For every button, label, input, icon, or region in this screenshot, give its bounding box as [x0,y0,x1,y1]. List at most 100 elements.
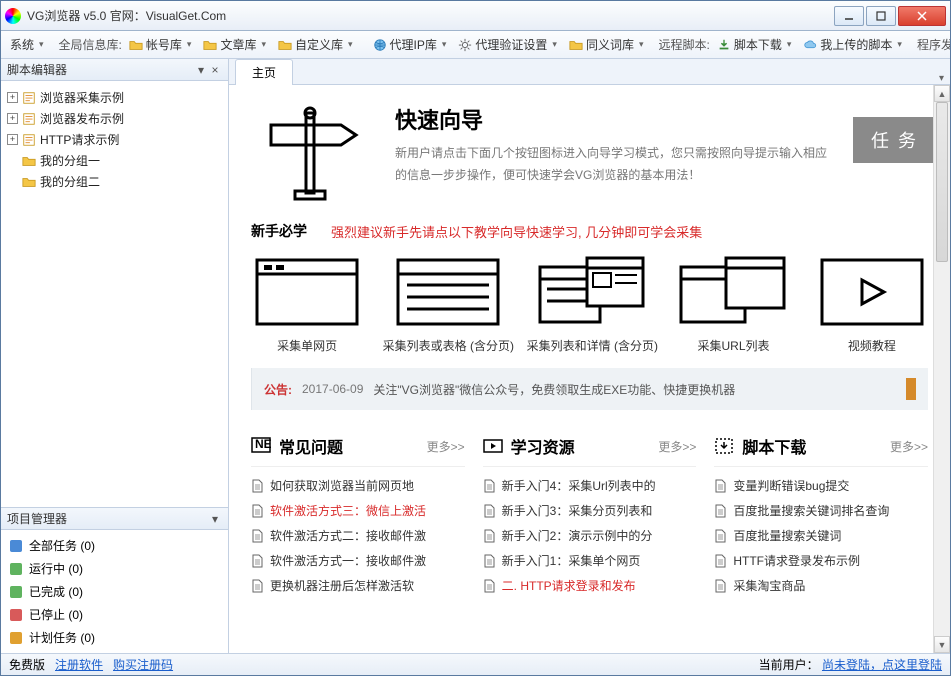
wizard-cards: 采集单网页 采集列表或表格 (含分页) 采集列表和详情 (含分页) 采集URL列表视频… [251,255,928,354]
register-link[interactable]: 注册软件 [55,656,103,673]
script-icon [22,112,36,126]
tree-toggle[interactable]: + [7,92,18,103]
wizard-card[interactable]: 采集URL列表 [677,255,789,354]
menu-proxy[interactable]: 代理IP库 [368,34,452,55]
maximize-button[interactable] [866,6,896,26]
notice-accent [906,378,916,400]
folder-icon [278,38,292,52]
main-area: 主页 ▾ 任 务 快速向导 新用户请点击下面几个按钮图标进入向导学习模式，您只需… [229,59,950,653]
list-item[interactable]: 新手入门4：采集Url列表中的 [483,473,697,498]
status-icon [9,585,23,599]
list-item-text: 二. HTTP请求登录和发布 [502,577,636,594]
tree-item[interactable]: + HTTP请求示例 [5,129,224,150]
list-item[interactable]: 更换机器注册后怎样激活软 [251,573,465,598]
card-icon [252,255,362,329]
list-item-text: 新手入门1：采集单个网页 [502,552,641,569]
tree-item[interactable]: 我的分组一 [5,150,224,171]
col-faq-title: 常见问题 [279,434,343,458]
pm-item[interactable]: 已完成 (0) [7,580,222,603]
list-item[interactable]: 如何获取浏览器当前网页地 [251,473,465,498]
project-manager-title: 项目管理器 [7,510,67,527]
more-link[interactable]: 更多>> [427,438,465,455]
tree-item[interactable]: 我的分组二 [5,171,224,192]
document-icon [251,504,264,518]
tree-toggle[interactable]: + [7,113,18,124]
script-tree[interactable]: +浏览器采集示例+浏览器发布示例+HTTP请求示例我的分组一我的分组二 [1,81,228,507]
list-item[interactable]: 新手入门2：演示示例中的分 [483,523,697,548]
list-item[interactable]: 软件激活方式一：接收邮件激 [251,548,465,573]
scrollbar[interactable]: ▲ ▼ [933,85,950,653]
list-item[interactable]: 变量判断错误bug提交 [714,473,928,498]
list-item-text: 新手入门3：采集分页列表和 [502,502,653,519]
col-learn-title: 学习资源 [511,434,575,458]
app-icon [5,8,21,24]
pin-icon[interactable]: ▾ [194,63,208,77]
edition-label: 免费版 [9,656,45,673]
wizard-card[interactable]: 采集列表和详情 (含分页) [533,255,651,354]
menu-custom[interactable]: 自定义库 [273,34,358,55]
pm-item[interactable]: 已停止 (0) [7,603,222,626]
tree-label: HTTP请求示例 [40,131,119,148]
script-editor-title: 脚本编辑器 [7,61,67,78]
menu-synonym[interactable]: 同义词库 [564,34,649,55]
list-item[interactable]: 新手入门3：采集分页列表和 [483,498,697,523]
tree-item[interactable]: +浏览器采集示例 [5,87,224,108]
close-button[interactable] [898,6,946,26]
list-item[interactable]: HTTF请求登录发布示例 [714,548,928,573]
list-item[interactable]: 新手入门1：采集单个网页 [483,548,697,573]
document-icon [714,479,727,493]
menu-accounts[interactable]: 帐号库 [124,34,197,55]
tab-home[interactable]: 主页 [235,59,293,85]
scroll-thumb[interactable] [936,102,948,262]
menu-system[interactable]: 系统 [5,34,49,55]
buy-link[interactable]: 购买注册码 [113,656,173,673]
menu-script-download[interactable]: 脚本下载 [712,34,797,55]
list-item-text: 软件激活方式三：微信上激活 [270,502,426,519]
pm-item[interactable]: 全部任务 (0) [7,534,222,557]
wizard-card[interactable]: 采集列表或表格 (含分页) [389,255,507,354]
login-link[interactable]: 尚未登陆，点这里登陆 [822,658,942,672]
list-item-text: 百度批量搜索关键词 [733,527,841,544]
menu-my-uploads[interactable]: 我上传的脚本 [798,34,907,55]
task-badge[interactable]: 任 务 [853,117,936,163]
pm-item[interactable]: 运行中 (0) [7,557,222,580]
more-link[interactable]: 更多>> [658,438,696,455]
tree-toggle[interactable]: + [7,134,18,145]
pm-item[interactable]: 计划任务 (0) [7,626,222,649]
tree-label: 我的分组二 [40,173,100,190]
list-item[interactable]: 软件激活方式三：微信上激活 [251,498,465,523]
document-icon [483,579,496,593]
scroll-down-icon[interactable]: ▼ [934,636,950,653]
notice-date: 2017-06-09 [302,382,363,396]
tab-overflow-icon[interactable]: ▾ [939,73,944,84]
tree-item[interactable]: +浏览器发布示例 [5,108,224,129]
document-icon [714,579,727,593]
folder-icon [569,38,583,52]
label-publish: 程序发布: [917,36,950,53]
card-label: 采集单网页 [277,337,337,354]
titlebar: VG浏览器 v5.0 官网：VisualGet.Com [1,1,950,31]
label-remote-script: 远程脚本: [659,36,710,53]
list-item-text: 软件激活方式一：接收邮件激 [270,552,426,569]
pin-icon[interactable]: ▾ [208,512,222,526]
folder-icon [22,154,36,168]
list-item[interactable]: 软件激活方式二：接收邮件激 [251,523,465,548]
list-item[interactable]: 采集淘宝商品 [714,573,928,598]
more-link[interactable]: 更多>> [890,438,928,455]
list-item[interactable]: 百度批量搜索关键词 [714,523,928,548]
document-icon [483,504,496,518]
menu-articles[interactable]: 文章库 [198,34,271,55]
list-item-text: 百度批量搜索关键词排名查询 [733,502,889,519]
scroll-up-icon[interactable]: ▲ [934,85,950,102]
list-item-text: 采集淘宝商品 [733,577,805,594]
panel-close-icon[interactable]: × [208,63,222,77]
menu-proxy-verify[interactable]: 代理验证设置 [453,34,562,55]
minimize-button[interactable] [834,6,864,26]
wizard-card[interactable]: 视频教程 [816,255,928,354]
list-item[interactable]: 二. HTTP请求登录和发布 [483,573,697,598]
card-icon [393,255,503,329]
list-item[interactable]: 百度批量搜索关键词排名查询 [714,498,928,523]
list-item-text: HTTF请求登录发布示例 [733,552,860,569]
script-editor-header: 脚本编辑器 ▾ × [1,59,228,81]
wizard-card[interactable]: 采集单网页 [251,255,363,354]
